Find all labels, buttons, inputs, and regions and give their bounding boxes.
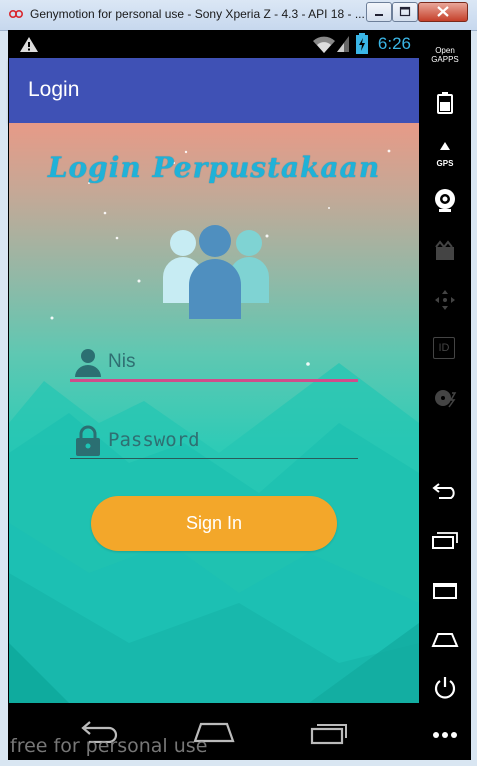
window-titlebar: Genymotion for personal use - Sony Xperi… bbox=[0, 0, 477, 31]
gps-icon bbox=[440, 142, 450, 150]
lock-icon bbox=[76, 425, 100, 456]
action-bar: Login bbox=[9, 58, 419, 123]
login-screen: Login Perpustakaan Nis Password Sign In bbox=[9, 123, 419, 703]
status-clock: 6:26 bbox=[377, 34, 411, 53]
home-icon[interactable] bbox=[431, 630, 459, 650]
password-underline bbox=[70, 458, 358, 459]
disk-io-icon[interactable] bbox=[433, 387, 457, 409]
genymotion-logo-icon bbox=[9, 10, 23, 18]
gps-button[interactable]: GPS bbox=[419, 141, 471, 170]
recent-apps-icon[interactable] bbox=[431, 530, 459, 550]
webcam-icon[interactable] bbox=[432, 188, 458, 214]
password-field[interactable]: Password bbox=[70, 419, 358, 469]
signal-icon bbox=[337, 36, 349, 52]
dpad-icon[interactable] bbox=[433, 288, 457, 312]
gps-label: GPS bbox=[436, 159, 454, 168]
screencast-icon[interactable] bbox=[434, 240, 456, 262]
login-headline: Login Perpustakaan bbox=[47, 151, 381, 184]
wifi-icon bbox=[313, 36, 335, 53]
users-group-icon bbox=[163, 225, 269, 319]
recent-apps-icon[interactable] bbox=[309, 719, 349, 745]
nis-input[interactable]: Nis bbox=[108, 351, 135, 373]
personal-use-watermark: free for personal use bbox=[10, 735, 208, 757]
sign-in-button[interactable]: Sign In bbox=[91, 496, 337, 551]
mountain-background bbox=[9, 149, 419, 703]
minimize-button[interactable] bbox=[366, 2, 392, 22]
android-status-bar: 6:26 bbox=[9, 30, 419, 58]
close-button[interactable] bbox=[418, 2, 468, 22]
back-icon[interactable] bbox=[431, 481, 459, 501]
nis-field[interactable]: Nis bbox=[70, 341, 358, 391]
battery-icon[interactable] bbox=[436, 92, 454, 114]
maximize-button[interactable] bbox=[392, 2, 418, 22]
genymotion-toolbar: Open GAPPS GPS ID bbox=[419, 30, 471, 760]
user-icon bbox=[75, 349, 101, 377]
maximize-icon bbox=[399, 6, 411, 17]
warning-icon bbox=[20, 37, 38, 52]
more-options-icon[interactable] bbox=[431, 730, 459, 740]
action-bar-title: Login bbox=[28, 78, 80, 101]
device-id-button[interactable]: ID bbox=[433, 337, 455, 359]
close-icon bbox=[437, 6, 449, 17]
window-title: Genymotion for personal use - Sony Xperi… bbox=[30, 7, 365, 21]
menu-icon[interactable] bbox=[431, 581, 459, 601]
battery-charging-icon bbox=[356, 33, 368, 54]
password-input[interactable]: Password bbox=[108, 429, 200, 451]
open-gapps-label-2: GAPPS bbox=[431, 55, 459, 64]
nis-underline bbox=[70, 379, 358, 382]
minimize-icon bbox=[375, 14, 383, 16]
open-gapps-button[interactable]: Open GAPPS bbox=[419, 46, 471, 64]
open-gapps-label-1: Open bbox=[435, 46, 455, 55]
power-icon[interactable] bbox=[432, 675, 458, 701]
